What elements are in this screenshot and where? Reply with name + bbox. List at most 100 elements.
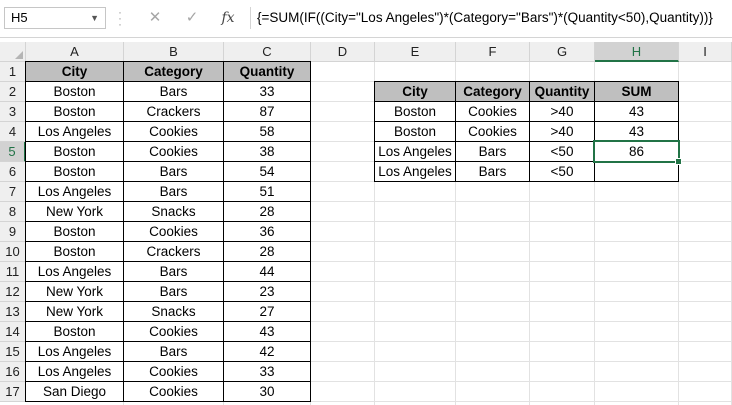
table-cell[interactable]: Bars xyxy=(123,261,224,282)
row-header-3[interactable]: 3 xyxy=(0,102,26,122)
table-cell[interactable]: New York xyxy=(25,301,124,322)
criteria-cell[interactable]: Cookies xyxy=(455,121,530,142)
table-cell[interactable]: 51 xyxy=(223,181,311,202)
column-header-i[interactable]: I xyxy=(679,42,732,62)
row-header-8[interactable]: 8 xyxy=(0,202,26,222)
table-cell[interactable]: 23 xyxy=(223,281,311,302)
row-header-13[interactable]: 13 xyxy=(0,302,26,322)
row-header-12[interactable]: 12 xyxy=(0,282,26,302)
column-header-e[interactable]: E xyxy=(375,42,456,62)
drag-handle-icon[interactable]: · · · xyxy=(118,6,122,30)
row-header-17[interactable]: 17 xyxy=(0,382,26,402)
table-cell[interactable]: Bars xyxy=(123,341,224,362)
column-header-d[interactable]: D xyxy=(311,42,375,62)
insert-function-icon[interactable]: fx xyxy=(217,8,239,28)
table-cell[interactable]: 44 xyxy=(223,261,311,282)
table-cell[interactable]: Cookies xyxy=(123,141,224,162)
table-cell[interactable]: Cookies xyxy=(123,121,224,142)
table-cell[interactable]: 28 xyxy=(223,241,311,262)
table-cell[interactable]: 30 xyxy=(223,381,311,402)
row-header-1[interactable]: 1 xyxy=(0,62,26,82)
sum-result-cell[interactable]: 43 xyxy=(594,121,679,142)
criteria-cell[interactable]: <50 xyxy=(529,141,595,162)
table-cell[interactable]: Los Angeles xyxy=(25,361,124,382)
table-cell[interactable]: 58 xyxy=(223,121,311,142)
column-header-a[interactable]: A xyxy=(26,42,124,62)
table-cell[interactable]: Cookies xyxy=(123,361,224,382)
sum-result-cell[interactable] xyxy=(594,161,679,182)
table-cell[interactable]: 28 xyxy=(223,201,311,222)
table-cell[interactable]: 27 xyxy=(223,301,311,322)
criteria-header-cell[interactable]: Category xyxy=(455,81,530,102)
table-cell[interactable]: 54 xyxy=(223,161,311,182)
table-cell[interactable]: Boston xyxy=(25,221,124,242)
table-cell[interactable]: 87 xyxy=(223,101,311,122)
table-header-cell[interactable]: Category xyxy=(123,61,224,82)
row-header-16[interactable]: 16 xyxy=(0,362,26,382)
criteria-cell[interactable]: >40 xyxy=(529,101,595,122)
table-cell[interactable]: Los Angeles xyxy=(25,341,124,362)
table-cell[interactable]: Bars xyxy=(123,281,224,302)
sum-result-cell[interactable]: 43 xyxy=(594,101,679,122)
cancel-icon[interactable]: ✕ xyxy=(144,8,166,28)
criteria-header-cell[interactable]: SUM xyxy=(594,81,679,102)
table-cell[interactable]: Cookies xyxy=(123,381,224,402)
row-header-15[interactable]: 15 xyxy=(0,342,26,362)
row-header-11[interactable]: 11 xyxy=(0,262,26,282)
table-cell[interactable]: Snacks xyxy=(123,301,224,322)
table-cell[interactable]: 33 xyxy=(223,361,311,382)
select-all-button[interactable] xyxy=(0,42,26,62)
criteria-header-cell[interactable]: City xyxy=(374,81,456,102)
row-header-2[interactable]: 2 xyxy=(0,82,26,102)
column-header-g[interactable]: G xyxy=(530,42,595,62)
table-cell[interactable]: New York xyxy=(25,281,124,302)
table-cell[interactable]: 43 xyxy=(223,321,311,342)
column-header-b[interactable]: B xyxy=(124,42,224,62)
criteria-header-cell[interactable]: Quantity xyxy=(529,81,595,102)
table-cell[interactable]: Los Angeles xyxy=(25,261,124,282)
table-cell[interactable]: New York xyxy=(25,201,124,222)
criteria-cell[interactable]: Cookies xyxy=(455,101,530,122)
table-cell[interactable]: Boston xyxy=(25,241,124,262)
table-cell[interactable]: Boston xyxy=(25,81,124,102)
fill-handle[interactable] xyxy=(675,158,682,165)
row-header-5[interactable]: 5 xyxy=(0,142,26,162)
table-cell[interactable]: Boston xyxy=(25,141,124,162)
row-header-10[interactable]: 10 xyxy=(0,242,26,262)
criteria-cell[interactable]: >40 xyxy=(529,121,595,142)
column-header-f[interactable]: F xyxy=(456,42,530,62)
table-cell[interactable]: San Diego xyxy=(25,381,124,402)
column-header-c[interactable]: C xyxy=(224,42,311,62)
table-header-cell[interactable]: Quantity xyxy=(223,61,311,82)
table-cell[interactable]: 42 xyxy=(223,341,311,362)
table-cell[interactable]: 36 xyxy=(223,221,311,242)
criteria-cell[interactable]: Boston xyxy=(374,101,456,122)
criteria-cell[interactable]: Los Angeles xyxy=(374,141,456,162)
row-header-4[interactable]: 4 xyxy=(0,122,26,142)
row-header-14[interactable]: 14 xyxy=(0,322,26,342)
criteria-cell[interactable]: Los Angeles xyxy=(374,161,456,182)
table-cell[interactable]: Crackers xyxy=(123,101,224,122)
row-header-9[interactable]: 9 xyxy=(0,222,26,242)
table-cell[interactable]: Los Angeles xyxy=(25,181,124,202)
row-header-7[interactable]: 7 xyxy=(0,182,26,202)
name-box[interactable]: H5 ▼ xyxy=(4,7,106,29)
table-cell[interactable]: Bars xyxy=(123,161,224,182)
criteria-cell[interactable]: Bars xyxy=(455,161,530,182)
criteria-cell[interactable]: Bars xyxy=(455,141,530,162)
enter-icon[interactable]: ✓ xyxy=(181,8,203,28)
table-cell[interactable]: 33 xyxy=(223,81,311,102)
table-cell[interactable]: Snacks xyxy=(123,201,224,222)
table-cell[interactable]: Boston xyxy=(25,321,124,342)
table-cell[interactable]: Bars xyxy=(123,81,224,102)
table-cell[interactable]: Crackers xyxy=(123,241,224,262)
table-cell[interactable]: Cookies xyxy=(123,221,224,242)
table-cell[interactable]: Los Angeles xyxy=(25,121,124,142)
criteria-cell[interactable]: Boston xyxy=(374,121,456,142)
row-header-6[interactable]: 6 xyxy=(0,162,26,182)
table-cell[interactable]: Cookies xyxy=(123,321,224,342)
table-cell[interactable]: 38 xyxy=(223,141,311,162)
table-cell[interactable]: Bars xyxy=(123,181,224,202)
table-cell[interactable]: Boston xyxy=(25,101,124,122)
table-cell[interactable]: Boston xyxy=(25,161,124,182)
